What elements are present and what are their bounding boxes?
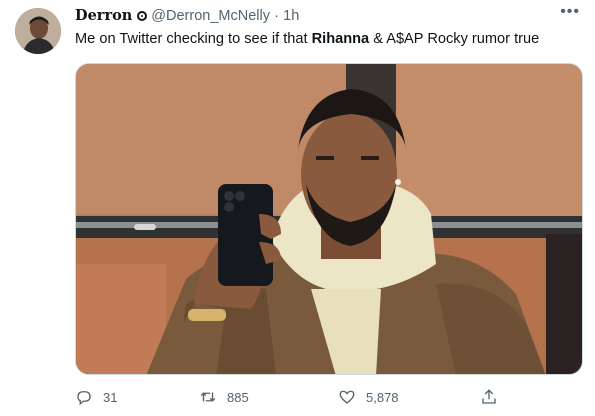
reply-count: 31 (103, 389, 118, 405)
tweet-actions: 31 885 5,878 (75, 388, 505, 412)
share-icon (482, 389, 496, 404)
tweet-text-part2: & A$AP Rocky rumor true (369, 31, 540, 47)
timestamp[interactable]: 1h (283, 8, 299, 24)
tweet-text-part1: Me on Twitter checking to see if that (75, 31, 312, 47)
tweet-photo[interactable] (75, 63, 583, 375)
more-icon[interactable]: ••• (560, 2, 580, 22)
tweet-text-bold: Rihanna (311, 31, 370, 47)
retweet-count: 885 (227, 389, 249, 405)
author-handle[interactable]: @Derron_McNelly (151, 8, 270, 24)
reply-button[interactable]: 31 (75, 388, 117, 406)
like-button[interactable]: 5,878 (338, 388, 399, 406)
reply-icon (77, 391, 91, 406)
author-name[interactable]: Derron (75, 7, 132, 24)
retweet-button[interactable]: 885 (199, 388, 249, 406)
share-button[interactable] (480, 388, 508, 406)
tweet-text: Me on Twitter checking to see if that Ri… (75, 29, 539, 49)
avatar[interactable] (15, 8, 61, 54)
separator: · (274, 8, 279, 24)
like-icon (339, 390, 355, 404)
like-count: 5,878 (366, 389, 399, 405)
verified-badge-icon (137, 11, 148, 21)
tweet-header: Derron @Derron_McNelly · 1h ••• (75, 3, 580, 26)
retweet-icon (200, 392, 216, 402)
